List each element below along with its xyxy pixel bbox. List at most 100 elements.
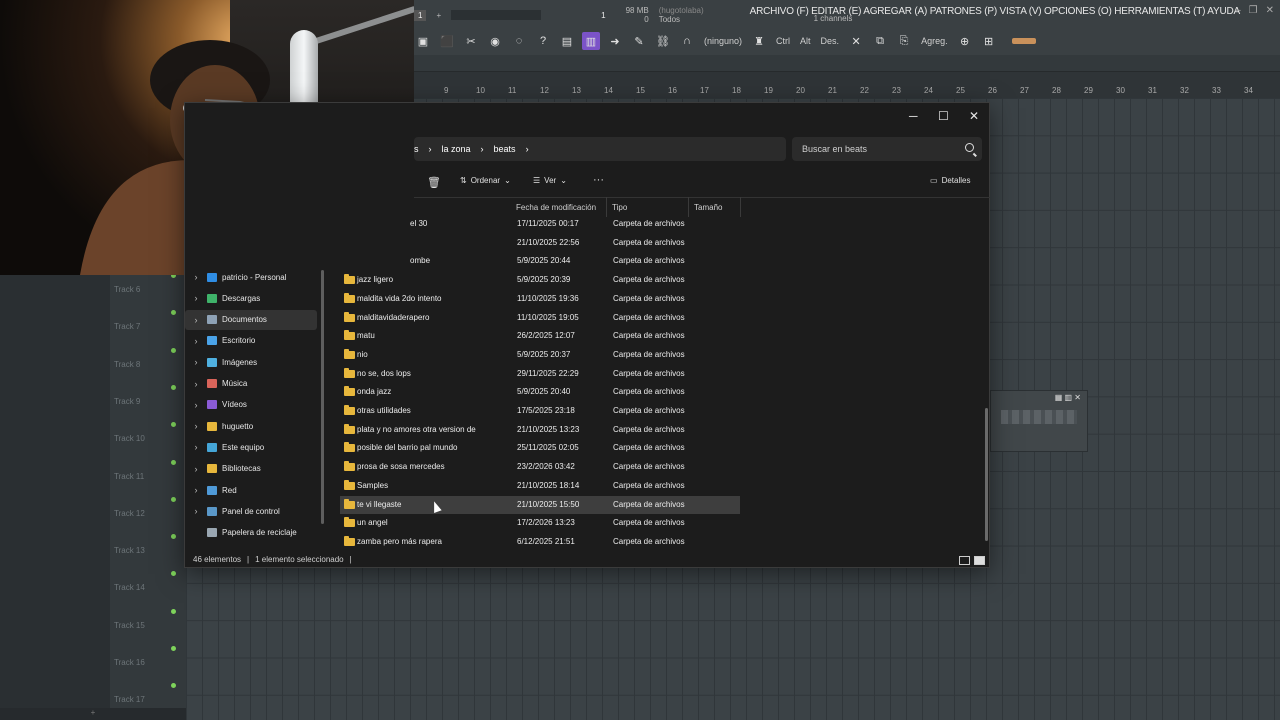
- file-row[interactable]: zamba pero más rapera 6/12/2025 21:51 Carp…: [340, 533, 740, 551]
- sort-button[interactable]: ⇅ Ordenar ⌄: [460, 176, 511, 185]
- more-button[interactable]: ···: [593, 174, 604, 186]
- file-row[interactable]: posible del barrio pal mundo 25/11/2025 0…: [340, 439, 740, 457]
- file-row[interactable]: otras utilidades 17/5/2025 23:18 Carpeta d…: [340, 402, 740, 420]
- save-icon[interactable]: ▣: [414, 32, 432, 50]
- track-mute-led[interactable]: [171, 347, 176, 353]
- breadcrumb-beats[interactable]: beats: [494, 144, 516, 154]
- minimize-icon[interactable]: –: [1235, 5, 1241, 16]
- copy-icon[interactable]: ⧉: [871, 32, 889, 50]
- column-type[interactable]: Tipo: [607, 197, 689, 217]
- close-icon[interactable]: ✕: [1266, 5, 1274, 16]
- chevron-right-icon[interactable]: ›: [185, 272, 207, 282]
- track-label[interactable]: Track 13: [114, 546, 145, 555]
- explorer-titlebar[interactable]: ─ ☐ ✕: [185, 103, 989, 131]
- track-label[interactable]: Track 9: [114, 397, 140, 406]
- nav-item[interactable]: › Música: [185, 374, 317, 394]
- file-row[interactable]: jazz ligero 5/9/2025 20:39 Carpeta de arch…: [340, 271, 740, 289]
- file-row[interactable]: maldita vida 2do intento 11/10/2025 19:36…: [340, 290, 740, 308]
- chevron-right-icon[interactable]: ›: [185, 421, 207, 431]
- address-bar[interactable]: s › la zona › beats ›: [414, 137, 786, 161]
- nav-item[interactable]: › Panel de control: [185, 501, 317, 521]
- track-mute-led[interactable]: [171, 646, 176, 651]
- file-row[interactable]: onda jazz 5/9/2025 20:40 Carpeta de archiv…: [340, 383, 740, 401]
- pattern-field[interactable]: 1: [414, 9, 427, 21]
- track-label[interactable]: Track 6: [114, 285, 140, 294]
- nav-item[interactable]: › Bibliotecas: [185, 459, 317, 479]
- channel-filter[interactable]: Todos: [659, 15, 704, 24]
- record-icon[interactable]: ⬛: [438, 32, 456, 50]
- chevron-right-icon[interactable]: ›: [526, 144, 529, 154]
- playlist-ruler[interactable]: 9 10 11 12 13 14 15 16 17 18 19 20 21 22 23 24 25 26 27 28 2…: [414, 86, 1280, 98]
- add-button[interactable]: Agreg.: [919, 36, 950, 46]
- cut-icon[interactable]: ✂: [462, 32, 480, 50]
- view-button[interactable]: ☰ Ver ⌄: [533, 176, 567, 185]
- delete-icon[interactable]: ✕: [847, 32, 865, 50]
- magnet-icon[interactable]: ∩: [678, 32, 696, 50]
- help-icon[interactable]: ?: [534, 32, 552, 50]
- list-scrollbar[interactable]: [985, 408, 988, 541]
- track-mute-led[interactable]: [171, 534, 176, 540]
- add-track-button[interactable]: +: [0, 708, 186, 720]
- chevron-right-icon[interactable]: ›: [185, 400, 207, 410]
- ctrl-button[interactable]: Ctrl: [774, 36, 792, 46]
- add-pattern-button[interactable]: +: [436, 11, 441, 20]
- chevron-right-icon[interactable]: ›: [185, 315, 207, 325]
- track-mute-led[interactable]: [171, 384, 176, 390]
- paste-icon[interactable]: ⎘: [895, 32, 913, 50]
- track-label[interactable]: Track 12: [114, 509, 145, 518]
- file-row[interactable]: un angel 17/2/2026 13:23 Carpeta de archiv…: [340, 514, 740, 532]
- maximize-icon[interactable]: ☐: [938, 109, 949, 123]
- file-row[interactable]: 21/10/2025 22:56 Carpeta de archivos: [340, 234, 740, 252]
- chevron-right-icon[interactable]: ›: [185, 336, 207, 346]
- track-mute-led[interactable]: [171, 683, 176, 689]
- file-row[interactable]: matu 26/2/2025 12:07 Carpeta de archivos: [340, 327, 740, 345]
- mini-keys[interactable]: [1001, 410, 1077, 424]
- details-view-icon[interactable]: [959, 556, 970, 565]
- track-label[interactable]: Track 10: [114, 434, 145, 443]
- column-date[interactable]: Fecha de modificación: [511, 197, 607, 217]
- alt-button[interactable]: Alt: [798, 36, 813, 46]
- minimize-icon[interactable]: ─: [909, 109, 918, 123]
- mic-icon[interactable]: ◉: [486, 32, 504, 50]
- chevron-right-icon[interactable]: ›: [185, 442, 207, 452]
- track-mute-led[interactable]: [171, 608, 176, 614]
- tiles-view-icon[interactable]: [974, 556, 985, 565]
- chevron-right-icon[interactable]: ›: [185, 506, 207, 516]
- chevron-right-icon[interactable]: ›: [185, 485, 207, 495]
- track-label[interactable]: Track 11: [114, 472, 144, 481]
- nav-item[interactable]: › huguetto: [185, 416, 317, 436]
- nav-scrollbar[interactable]: [321, 270, 324, 524]
- track-label[interactable]: Track 7: [114, 322, 140, 331]
- file-row[interactable]: no se, dos lops 29/11/2025 22:29 Carpeta d…: [340, 365, 740, 383]
- search-input[interactable]: Buscar en beats: [792, 137, 982, 161]
- nav-item[interactable]: › Documentos: [185, 309, 317, 330]
- chevron-right-icon[interactable]: ›: [185, 293, 207, 303]
- file-row[interactable]: plata y no amores otra version de 21/10/2…: [340, 421, 740, 439]
- nav-item[interactable]: › Descargas: [185, 288, 317, 308]
- link-icon[interactable]: ⛓: [654, 32, 672, 50]
- des-button[interactable]: Des.: [819, 36, 842, 46]
- delete-button[interactable]: 🗑: [427, 176, 441, 189]
- nav-item[interactable]: Papelera de reciclaje: [185, 523, 317, 543]
- nav-item[interactable]: › Imágenes: [185, 352, 317, 372]
- brush-icon[interactable]: ✎: [630, 32, 648, 50]
- track-label[interactable]: Track 14: [114, 583, 145, 592]
- track-label[interactable]: Track 16: [114, 658, 145, 667]
- track-mute-led[interactable]: [171, 459, 176, 465]
- track-mute-led[interactable]: [171, 571, 176, 577]
- channel-rack-mini[interactable]: ▦ ▥ ✕: [990, 390, 1088, 452]
- browser-icon[interactable]: ▤: [558, 32, 576, 50]
- track-label[interactable]: Track 17: [114, 695, 145, 704]
- details-button[interactable]: ▭ Detalles: [930, 176, 970, 185]
- restore-icon[interactable]: ❐: [1249, 5, 1258, 16]
- stamp-icon[interactable]: ♜: [750, 32, 768, 50]
- track-label[interactable]: Track 15: [114, 621, 145, 630]
- chevron-right-icon[interactable]: ›: [185, 357, 207, 367]
- file-row[interactable]: malditavidaderapero 11/10/2025 19:05 Carpe…: [340, 309, 740, 327]
- plugin-icon[interactable]: [1011, 38, 1036, 44]
- file-row[interactable]: ombe 5/9/2025 20:44 Carpeta de archivos: [340, 252, 740, 270]
- tuner-icon[interactable]: ⊕: [956, 32, 974, 50]
- chat-icon[interactable]: ◌: [510, 32, 528, 50]
- snap-select[interactable]: (ninguno): [702, 36, 744, 46]
- file-row[interactable]: el 30 17/11/2025 00:17 Carpeta de archivos: [340, 215, 740, 233]
